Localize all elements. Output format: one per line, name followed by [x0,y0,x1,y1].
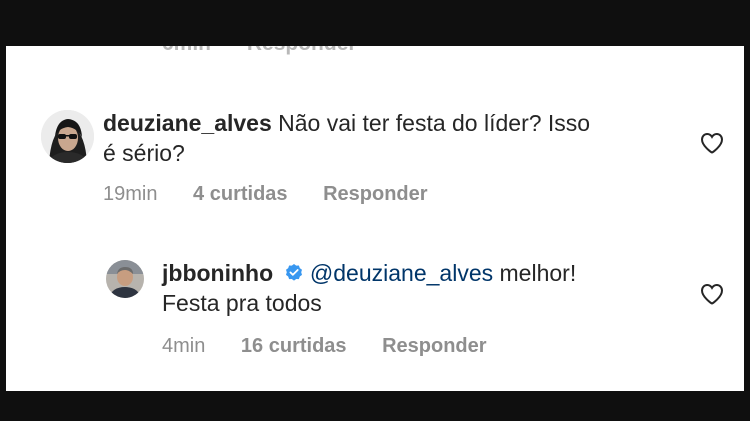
reply-username[interactable]: jbboninho [162,260,273,286]
reply-likes-count[interactable]: 16 curtidas [241,335,347,357]
reply-mention-link[interactable]: @deuziane_alves [310,260,493,286]
avatar-deuziane-alves[interactable] [41,110,94,163]
reply-meta: 4min 16 curtidas Responder [162,335,487,358]
comment-body: deuziane_alves Não vai ter festa do líde… [103,108,663,168]
comment-reply-button[interactable]: Responder [323,183,427,205]
comment-like-icon[interactable] [700,132,724,154]
comment-time: 19min [103,183,158,205]
reply-reply-button[interactable]: Responder [382,335,486,357]
reply-time: 4min [162,335,206,357]
reply-text-rest: melhor! [499,260,577,286]
previous-comment-meta: 6min Responder [162,46,387,56]
reply-text-line2: Festa pra todos [162,290,322,316]
comment-text-line2: é sério? [103,140,185,166]
comment-likes-count[interactable]: 4 curtidas [193,183,287,205]
avatar-jbboninho[interactable] [106,260,144,298]
comments-panel: 6min Responder deuziane_alves Não vai te… [6,46,744,391]
reply-like-icon[interactable] [700,283,724,305]
verified-badge-icon [284,260,304,281]
comment-username[interactable]: deuziane_alves [103,110,272,136]
reply-body: jbboninho @deuziane_alves melhor! Festa … [162,258,682,318]
previous-comment-reply-button[interactable]: Responder [247,46,357,55]
comment-meta: 19min 4 curtidas Responder [103,183,428,206]
previous-comment-time: 6min [162,46,211,55]
comment-text-line1: Não vai ter festa do líder? Isso [278,110,591,136]
